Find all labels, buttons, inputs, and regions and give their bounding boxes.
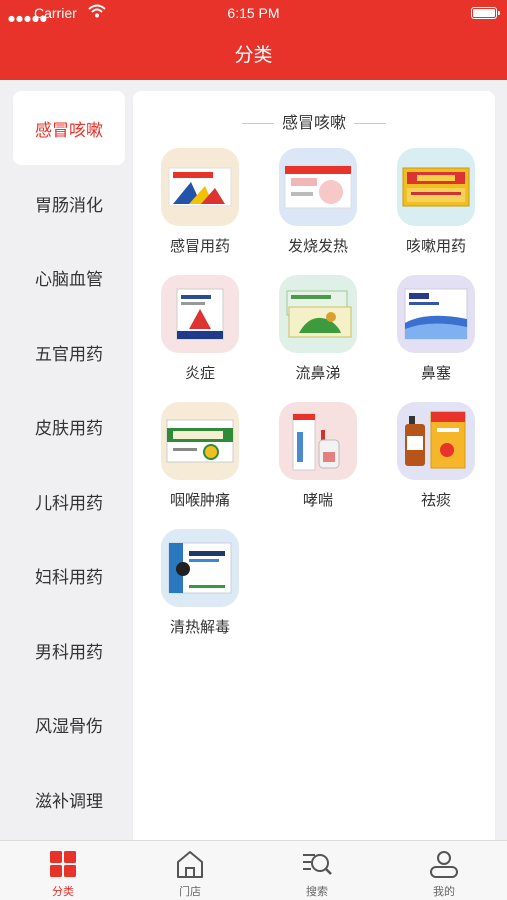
medicine-box-icon [397,148,475,226]
page-title: 分类 [234,44,273,66]
category-item-nasal-congestion[interactable]: 鼻塞 [386,275,486,383]
category-item-asthma[interactable]: 哮喘 [268,402,368,510]
category-content-panel: 感冒咳嗽 感冒用药 发烧发热 咳嗽用药 炎症 流鼻涕 鼻塞 咽喉肿痛 哮喘 祛痰… [133,91,495,840]
tab-store[interactable]: 门店 [127,841,253,900]
category-label: 感冒用药 [169,237,230,255]
category-label: 发烧发热 [287,237,348,255]
search-icon [303,854,332,875]
sidebar-item-rheumatism[interactable]: 风湿骨伤 [13,687,125,761]
sidebar-item-tonic[interactable]: 滋补调理 [13,762,125,836]
sidebar-item-digestive[interactable]: 胃肠消化 [13,166,125,240]
medicine-box-icon [279,148,357,226]
tab-label: 分类 [52,885,74,898]
category-item-expectorant[interactable]: 祛痰 [386,402,486,510]
category-label: 哮喘 [302,491,333,509]
category-label: 鼻塞 [420,364,451,382]
medicine-box-icon [397,402,475,480]
category-label: 清热解毒 [169,618,230,636]
tab-label: 我的 [433,885,455,898]
category-item-cough[interactable]: 咳嗽用药 [386,148,486,256]
bottom-tab-bar: 分类 门店 搜索 我的 [0,840,507,900]
medicine-box-icon [279,402,357,480]
sidebar-item-andrology[interactable]: 男科用药 [13,613,125,687]
category-sidebar: 感冒咳嗽 胃肠消化 心脑血管 五官用药 皮肤用药 儿科用药 妇科用药 男科用药 … [0,80,132,840]
category-grid-icon [50,851,76,877]
tab-category[interactable]: 分类 [0,841,126,900]
category-label: 流鼻涕 [295,364,341,382]
tab-profile[interactable]: 我的 [381,841,507,900]
medicine-box-icon [161,275,239,353]
tab-search[interactable]: 搜索 [254,841,380,900]
medicine-box-icon [161,402,239,480]
category-label: 炎症 [184,364,215,382]
sidebar-item-cold-cough[interactable]: 感冒咳嗽 [13,91,125,165]
sidebar-item-pediatric[interactable]: 儿科用药 [13,464,125,538]
medicine-box-icon [161,148,239,226]
medicine-box-icon [161,529,239,607]
medicine-box-icon [279,275,357,353]
category-item-sore-throat[interactable]: 咽喉肿痛 [150,402,250,510]
store-icon [177,851,203,878]
category-item-inflammation[interactable]: 炎症 [150,275,250,383]
medicine-box-icon [397,275,475,353]
tab-label: 门店 [179,885,201,898]
tab-label: 搜索 [306,885,328,898]
sidebar-item-skin[interactable]: 皮肤用药 [13,389,125,463]
section-title: 感冒咳嗽 [281,113,346,132]
status-bar: ●●●●● Carrier 6:15 PM [0,0,507,28]
category-item-fever[interactable]: 发烧发热 [268,148,368,256]
sidebar-item-gynecology[interactable]: 妇科用药 [13,538,125,612]
category-label: 祛痰 [420,491,451,509]
user-icon [430,851,458,878]
category-item-heat-clearing[interactable]: 清热解毒 [150,529,250,637]
category-item-cold-medicine[interactable]: 感冒用药 [150,148,250,256]
section-header: 感冒咳嗽 [133,109,495,133]
sidebar-item-ent[interactable]: 五官用药 [13,315,125,389]
battery-icon [471,7,500,19]
category-label: 咽喉肿痛 [169,491,230,509]
category-item-runny-nose[interactable]: 流鼻涕 [268,275,368,383]
clock-label: 6:15 PM [227,5,280,21]
nav-header: ●●●●● Carrier 6:15 PM 分类 [0,0,507,80]
category-label: 咳嗽用药 [405,237,466,255]
divider [241,123,274,124]
sidebar-item-cardio[interactable]: 心脑血管 [13,240,125,314]
divider [354,123,386,124]
